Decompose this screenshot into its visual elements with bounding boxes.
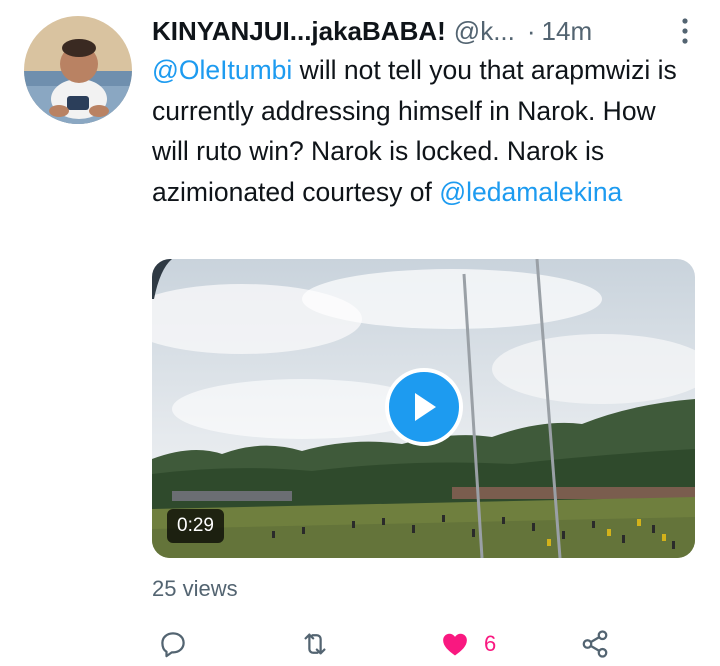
tweet-header: KINYANJUI...jakaBABA! @k... · 14m	[152, 14, 700, 48]
separator-dot: ·	[526, 16, 536, 46]
author-avatar[interactable]	[24, 16, 132, 124]
video-player[interactable]: 0:29	[152, 259, 695, 558]
heart-filled-icon	[443, 633, 467, 656]
action-bar: 6	[152, 626, 622, 662]
tweet-timestamp[interactable]: 14m	[542, 14, 593, 48]
video-duration: 0:29	[167, 509, 224, 543]
more-options-icon[interactable]	[670, 14, 700, 48]
reply-icon	[161, 632, 185, 658]
like-button[interactable]: 6	[440, 626, 496, 662]
share-button[interactable]	[580, 626, 610, 662]
reply-button[interactable]	[158, 626, 188, 662]
author-name[interactable]: KINYANJUI...jakaBABA!	[152, 14, 446, 48]
view-count: 25 views	[152, 576, 238, 601]
retweet-icon	[304, 633, 326, 655]
like-count: 6	[484, 631, 497, 656]
play-icon	[415, 393, 436, 421]
retweet-button[interactable]	[300, 626, 330, 662]
mention-link[interactable]: @OleItumbi	[152, 55, 292, 85]
share-icon	[582, 630, 608, 658]
mention-link[interactable]: @ledamalekina	[439, 177, 622, 207]
tweet-text: @OleItumbi will not tell you that arapmw…	[152, 50, 692, 212]
author-handle[interactable]: @k...	[454, 14, 515, 48]
play-button[interactable]	[385, 368, 463, 446]
